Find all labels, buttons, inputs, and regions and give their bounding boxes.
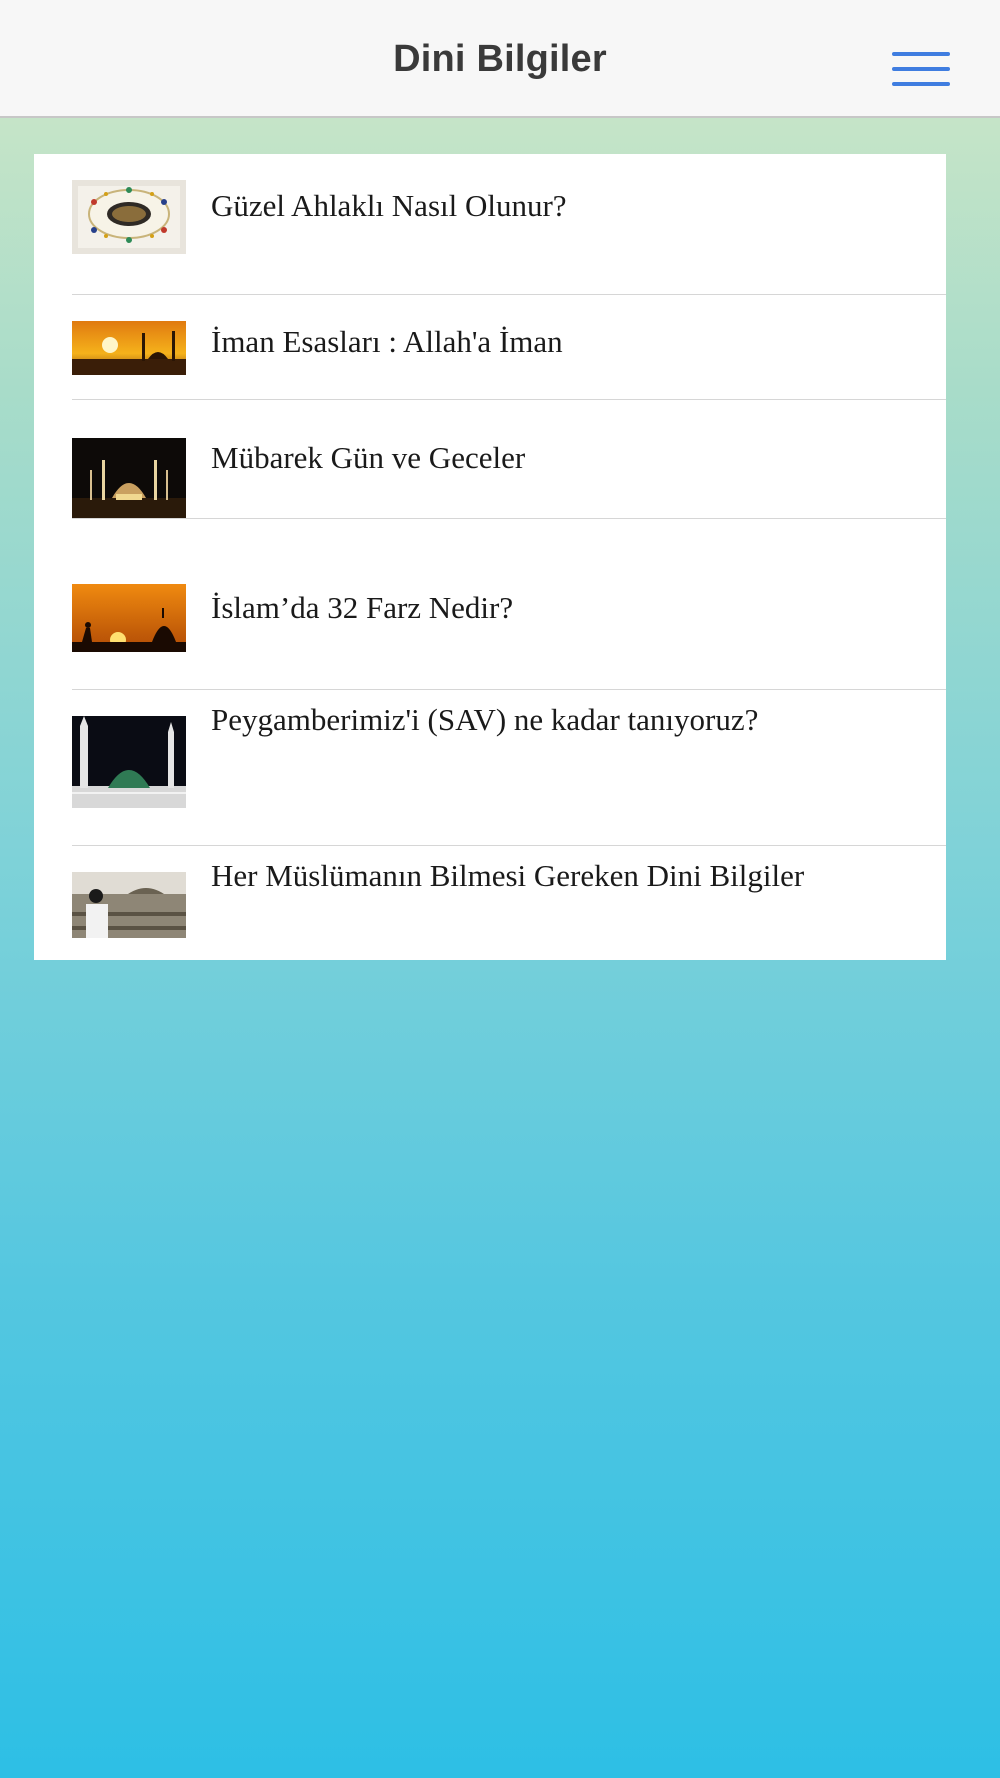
prayer-silhouette-image [72, 584, 186, 652]
divider [72, 518, 946, 519]
list-item-title: İman Esasları : Allah'a İman [211, 324, 563, 359]
menu-bar-line [892, 67, 950, 71]
list-item-dini-bilgiler[interactable]: Her Müslümanın Bilmesi Gereken Dini Bilg… [34, 846, 946, 960]
article-list: Güzel Ahlaklı Nasıl Olunur? İman Esaslar… [34, 154, 946, 960]
list-item-title: Peygamberimiz'i (SAV) ne kadar tanıyoruz… [211, 702, 759, 737]
list-item-title: Her Müslümanın Bilmesi Gereken Dini Bilg… [211, 858, 805, 893]
divider [72, 399, 946, 400]
page-title: Dini Bilgiler [393, 38, 607, 80]
night-mosque-image [72, 438, 186, 518]
list-item-guzel-ahlak[interactable]: Güzel Ahlaklı Nasıl Olunur? [34, 154, 946, 295]
sunset-mosque-image [72, 321, 186, 375]
list-item-peygamberimiz[interactable]: Peygamberimiz'i (SAV) ne kadar tanıyoruz… [34, 690, 946, 846]
hamburger-menu-icon[interactable] [892, 50, 950, 88]
list-item-title: Mübarek Gün ve Geceler [211, 440, 526, 475]
navigation-bar: Dini Bilgiler [0, 0, 1000, 118]
list-item-title: Güzel Ahlaklı Nasıl Olunur? [211, 188, 567, 223]
list-item-32-farz[interactable]: İslam’da 32 Farz Nedir? [34, 558, 946, 690]
list-item-mubarek-gunler[interactable]: Mübarek Gün ve Geceler [34, 412, 946, 520]
menu-bar-line [892, 82, 950, 86]
kaaba-crowd-image [72, 872, 186, 938]
quran-book-image [72, 180, 186, 254]
menu-bar-line [892, 52, 950, 56]
green-dome-image [72, 716, 186, 808]
list-item-iman-esaslari[interactable]: İman Esasları : Allah'a İman [34, 295, 946, 400]
list-item-title: İslam’da 32 Farz Nedir? [211, 590, 514, 625]
